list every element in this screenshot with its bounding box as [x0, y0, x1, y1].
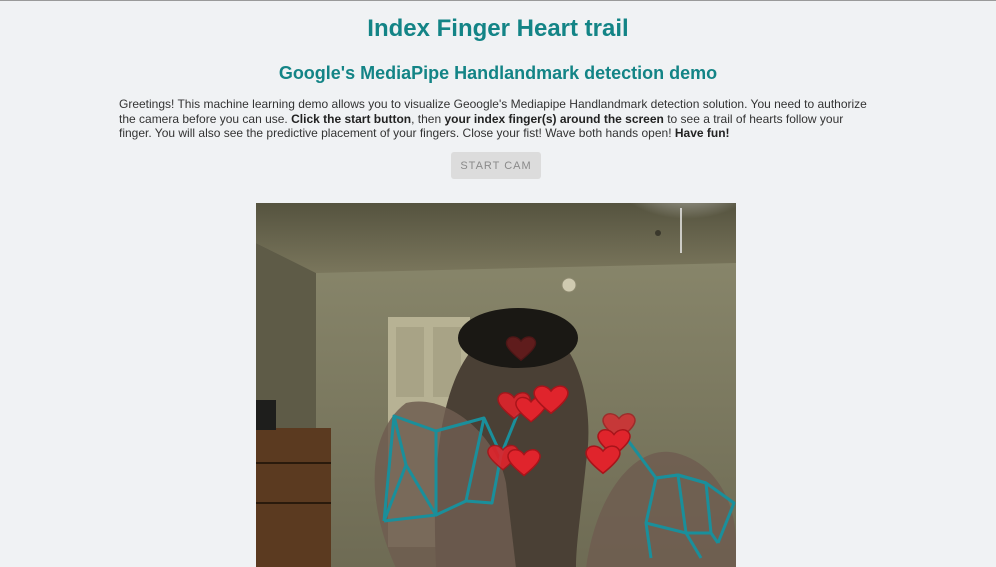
page: Index Finger Heart trail Google's MediaP…: [0, 0, 996, 567]
start-cam-button[interactable]: START CAM: [451, 152, 541, 179]
intro-bold-2: your index finger(s) around the screen: [444, 111, 664, 126]
camera-canvas[interactable]: [256, 203, 736, 567]
intro-paragraph: Greetings! This machine learning demo al…: [119, 97, 879, 141]
camera-feed-image: [256, 203, 736, 567]
page-title: Index Finger Heart trail: [367, 15, 629, 42]
intro-bold-1: Click the start button: [291, 111, 412, 126]
page-subtitle: Google's MediaPipe Handlandmark detectio…: [278, 63, 718, 83]
intro-bold-3: Have fun!: [674, 126, 730, 140]
intro-text-2: , then: [411, 111, 445, 126]
